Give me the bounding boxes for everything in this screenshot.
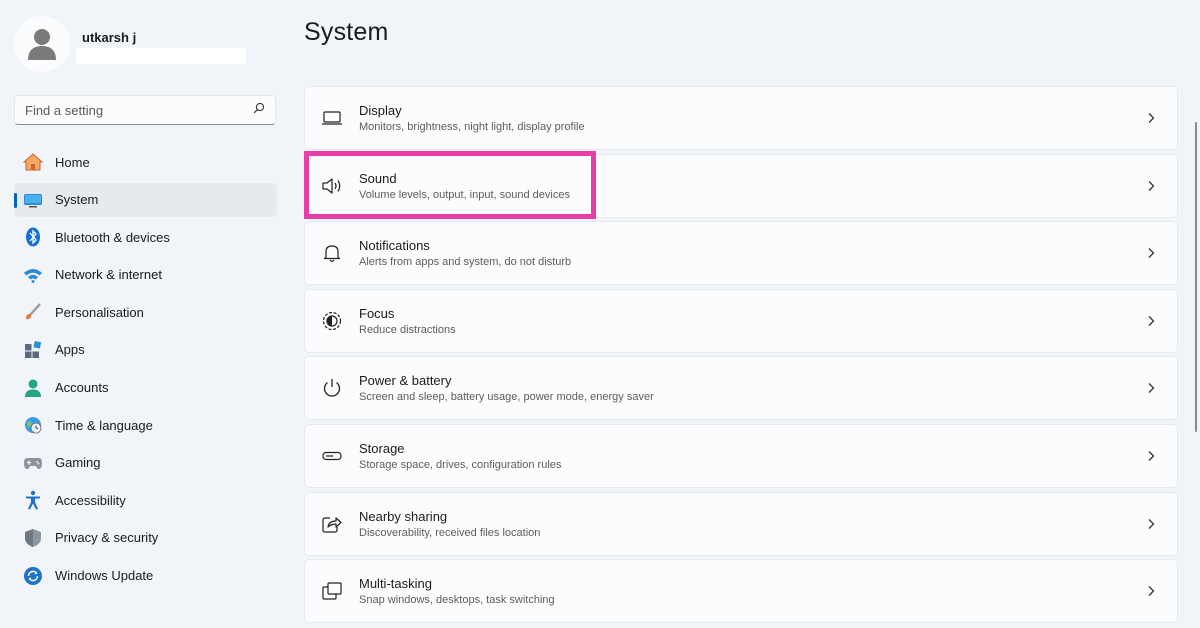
sidebar-item-label: Windows Update — [55, 568, 154, 584]
bluetooth-icon — [23, 227, 43, 247]
sidebar-item-label: System — [55, 192, 99, 208]
speaker-icon — [305, 177, 357, 195]
sidebar-item-label: Time & language — [55, 417, 153, 433]
settings-card-focus[interactable]: Focus Reduce distractions — [304, 288, 1178, 353]
card-title: Focus — [359, 305, 395, 321]
sidebar-item-time-language[interactable]: Time & language — [14, 408, 277, 442]
settings-card-notifications[interactable]: Notifications Alerts from apps and syste… — [304, 221, 1178, 286]
chevron-right-icon — [1131, 518, 1171, 530]
card-subtitle: Monitors, brightness, night light, displ… — [359, 121, 585, 133]
sidebar-item-accounts[interactable]: Accounts — [14, 371, 277, 405]
chevron-right-icon — [1131, 382, 1171, 394]
person-silhouette-icon — [28, 29, 56, 60]
page-title: System — [304, 18, 389, 46]
sidebar-item-label: Apps — [55, 342, 85, 358]
sidebar: utkarsh j Find a setting Home System Blu… — [0, 0, 290, 628]
settings-card-multitasking[interactable]: Multi-tasking Snap windows, desktops, ta… — [304, 559, 1178, 624]
sidebar-item-windows-update[interactable]: Windows Update — [14, 559, 277, 593]
settings-card-sound[interactable]: Sound Volume levels, output, input, soun… — [304, 153, 1178, 218]
settings-list: Display Monitors, brightness, night ligh… — [304, 86, 1178, 627]
focus-icon — [305, 310, 357, 332]
sidebar-item-privacy-security[interactable]: Privacy & security — [14, 521, 277, 555]
multitask-icon — [305, 581, 357, 601]
sidebar-item-label: Privacy & security — [55, 530, 159, 546]
chevron-right-icon — [1131, 180, 1171, 192]
brush-icon — [23, 302, 43, 322]
storage-icon — [305, 450, 357, 462]
settings-card-power-battery[interactable]: Power & battery Screen and sleep, batter… — [304, 356, 1178, 421]
card-subtitle: Screen and sleep, battery usage, power m… — [359, 391, 654, 404]
sidebar-item-bluetooth[interactable]: Bluetooth & devices — [14, 220, 277, 254]
sidebar-nav: Home System Bluetooth & devices Network … — [14, 145, 277, 596]
card-subtitle: Storage space, drives, configuration rul… — [359, 458, 562, 471]
search-icon[interactable] — [253, 101, 265, 119]
search-input[interactable]: Find a setting — [14, 95, 276, 125]
person-icon — [23, 378, 43, 398]
profile-email-redacted — [76, 48, 246, 64]
sidebar-item-label: Personalisation — [55, 304, 144, 320]
power-icon — [305, 377, 357, 399]
sidebar-item-network[interactable]: Network & internet — [14, 258, 277, 292]
card-title: Multi-tasking — [359, 576, 432, 592]
card-subtitle: Reduce distractions — [359, 323, 456, 336]
clock-globe-icon — [23, 415, 43, 435]
chevron-right-icon — [1131, 450, 1171, 462]
settings-card-storage[interactable]: Storage Storage space, drives, configura… — [304, 423, 1178, 488]
sidebar-item-system[interactable]: System — [14, 182, 277, 217]
sidebar-item-home[interactable]: Home — [14, 145, 277, 179]
update-icon — [23, 566, 43, 586]
sidebar-item-accessibility[interactable]: Accessibility — [14, 483, 277, 517]
sidebar-item-personalisation[interactable]: Personalisation — [14, 295, 277, 329]
user-profile[interactable]: utkarsh j — [14, 16, 246, 72]
card-subtitle: Discoverability, received files location — [359, 526, 541, 539]
chevron-right-icon — [1131, 247, 1171, 259]
search-placeholder: Find a setting — [25, 102, 104, 118]
card-title: Notifications — [359, 238, 430, 254]
chevron-right-icon — [1131, 585, 1171, 597]
sidebar-item-label: Accessibility — [55, 492, 126, 508]
sidebar-item-label: Gaming — [55, 455, 101, 471]
chevron-right-icon — [1131, 112, 1171, 124]
shield-icon — [23, 528, 43, 548]
card-subtitle: Alerts from apps and system, do not dist… — [359, 256, 572, 269]
chevron-right-icon — [1131, 315, 1171, 327]
sidebar-item-label: Bluetooth & devices — [55, 229, 170, 245]
sidebar-item-gaming[interactable]: Gaming — [14, 446, 277, 480]
apps-icon — [23, 340, 43, 360]
monitor-icon — [23, 190, 43, 210]
card-title: Power & battery — [359, 373, 452, 389]
accessibility-icon — [23, 490, 43, 510]
card-title: Storage — [359, 440, 405, 456]
home-icon — [23, 152, 43, 172]
display-icon — [305, 110, 357, 126]
settings-card-nearby-sharing[interactable]: Nearby sharing Discoverability, received… — [304, 491, 1178, 556]
scrollbar[interactable] — [1195, 122, 1197, 432]
sidebar-item-label: Network & internet — [55, 267, 162, 283]
sidebar-item-label: Accounts — [55, 380, 109, 396]
gamepad-icon — [23, 453, 43, 473]
sidebar-item-label: Home — [55, 154, 90, 170]
wifi-icon — [23, 265, 43, 285]
card-subtitle: Snap windows, desktops, task switching — [359, 594, 555, 607]
card-title: Sound — [359, 170, 397, 186]
bell-icon — [305, 243, 357, 263]
sidebar-item-apps[interactable]: Apps — [14, 333, 277, 367]
share-icon — [305, 514, 357, 534]
avatar[interactable] — [14, 16, 70, 72]
card-title: Nearby sharing — [359, 508, 448, 524]
card-title: Display — [359, 103, 402, 118]
profile-name: utkarsh j — [82, 30, 137, 45]
card-subtitle: Volume levels, output, input, sound devi… — [359, 188, 570, 201]
settings-card-display[interactable]: Display Monitors, brightness, night ligh… — [304, 86, 1178, 150]
